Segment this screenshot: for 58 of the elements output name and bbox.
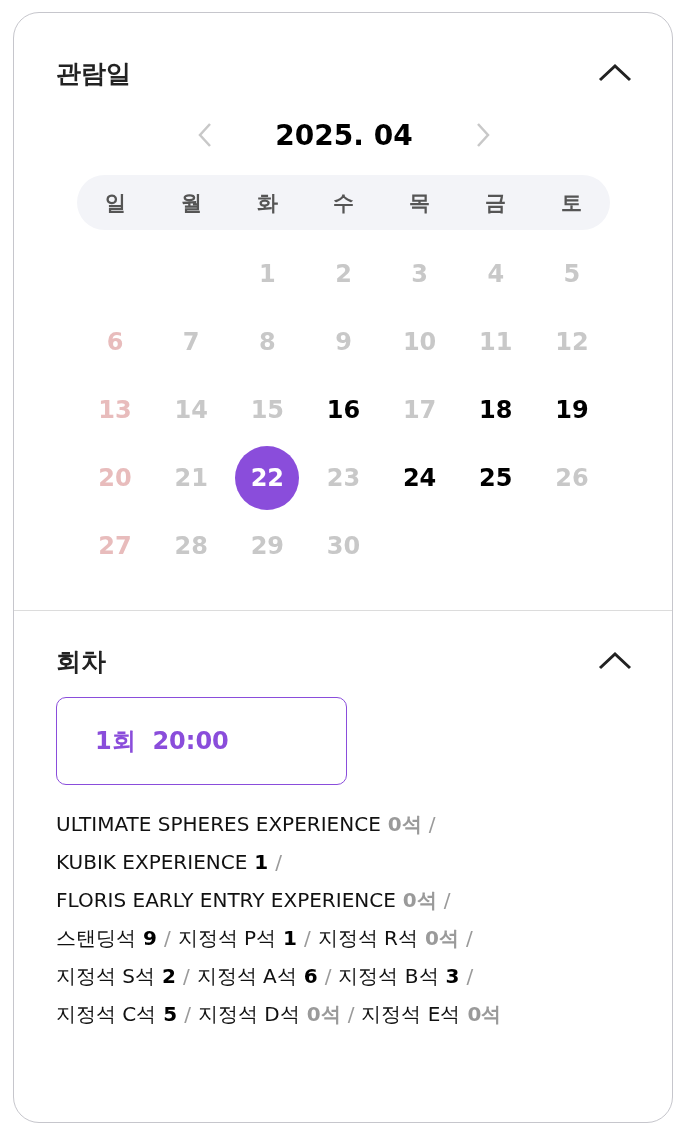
collapse-chevron-icon[interactable] <box>598 651 632 671</box>
calendar-day: 20 <box>83 446 148 510</box>
calendar-day[interactable]: 25 <box>463 446 528 510</box>
selected-day[interactable]: 22 <box>235 446 300 510</box>
separator-slash: / <box>443 888 451 912</box>
seat-type-name: 지정석 S석 <box>56 962 156 990</box>
separator-slash: / <box>347 1002 355 1026</box>
seat-count: 0석 <box>467 1000 502 1028</box>
collapse-chevron-icon[interactable] <box>598 63 632 83</box>
weekday-label: 화 <box>255 189 279 217</box>
separator-slash: / <box>466 964 474 988</box>
section-title: 회차 <box>56 645 106 678</box>
calendar-day[interactable]: 24 <box>387 446 452 510</box>
seat-type-name: 지정석 D석 <box>198 1000 300 1028</box>
month-label: 2025. 04 <box>275 118 413 152</box>
separator-slash: / <box>163 926 171 950</box>
separator-slash: / <box>465 926 473 950</box>
calendar-day: 27 <box>83 514 148 578</box>
seat-type-name: 지정석 E석 <box>361 1000 461 1028</box>
calendar-day[interactable]: 19 <box>539 378 604 442</box>
seat-type-name: 지정석 A석 <box>196 962 297 990</box>
seat-type-name: 지정석 P석 <box>177 924 277 952</box>
seat-type-name: KUBIK EXPERIENCE <box>56 850 248 874</box>
seat-count: 1 <box>283 926 297 950</box>
weekday-label: 금 <box>484 189 508 217</box>
session-button[interactable]: 1회 20:00 <box>56 697 347 785</box>
weekday-label: 월 <box>179 189 203 217</box>
seat-count: 0석 <box>387 810 422 838</box>
weekday-label: 목 <box>408 189 432 217</box>
seat-type-name: 지정석 R석 <box>317 924 419 952</box>
weekday-label: 수 <box>332 189 355 217</box>
seat-count: 0석 <box>402 886 437 914</box>
separator-slash: / <box>324 964 332 988</box>
seat-type-name: 지정석 C석 <box>56 1000 157 1028</box>
seat-count: 1 <box>254 850 269 874</box>
seat-count: 0석 <box>306 1000 341 1028</box>
calendar-day[interactable]: 18 <box>463 378 528 442</box>
section-title: 관람일 <box>56 57 131 90</box>
seat-type-name: FLORIS EARLY ENTRY EXPERIENCE <box>56 888 396 912</box>
calendar-day[interactable]: 16 <box>311 378 376 442</box>
seat-count: 9 <box>143 926 157 950</box>
seat-type-name: 스탠딩석 <box>56 924 136 952</box>
seat-type-name: ULTIMATE SPHERES EXPERIENCE <box>56 812 381 836</box>
seat-count: 5 <box>163 1002 178 1026</box>
separator-slash: / <box>304 926 311 950</box>
separator-slash: / <box>275 850 282 874</box>
seat-count: 6 <box>303 964 318 988</box>
separator-slash: / <box>183 964 190 988</box>
weekday-label: 일 <box>103 189 127 217</box>
separator-slash: / <box>184 1002 191 1026</box>
seat-count: 0석 <box>425 924 459 952</box>
seat-type-name: 지정석 B석 <box>338 962 439 990</box>
seat-count: 2 <box>162 964 176 988</box>
calendar-day: 13 <box>83 378 148 442</box>
seat-count: 3 <box>445 964 460 988</box>
weekday-label: 토 <box>560 189 584 217</box>
calendar-day: 6 <box>83 310 148 374</box>
separator-slash: / <box>428 812 436 836</box>
